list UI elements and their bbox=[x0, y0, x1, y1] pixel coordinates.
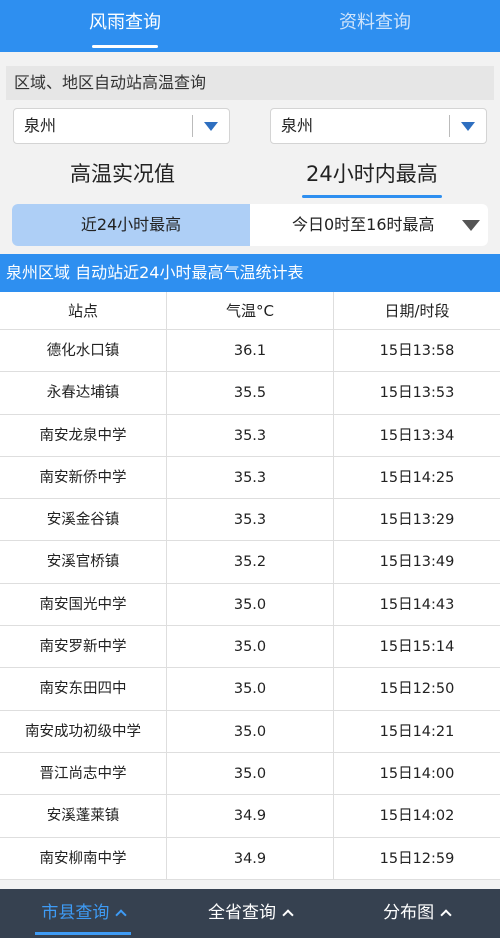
cell-date-time: 15日14:21 bbox=[379, 723, 455, 740]
region-select-value: 泉州 bbox=[24, 116, 57, 135]
table-title: 泉州区域 自动站近24小时最高气温统计表 bbox=[0, 254, 500, 292]
section-label: 区域、地区自动站高温查询 bbox=[6, 66, 494, 100]
bottom-tab-label: 市县查询 bbox=[41, 903, 110, 923]
cell-temperature: 35.3 bbox=[167, 456, 334, 499]
table-row[interactable]: 晋江尚志中学 35.0 15日14:00 bbox=[0, 752, 500, 796]
tab-label: 24小时内最高 bbox=[306, 162, 438, 186]
header-temperature[interactable]: 气温°C bbox=[167, 292, 334, 329]
area-select-value: 泉州 bbox=[281, 116, 314, 135]
segment-last-24h[interactable]: 近24小时最高 bbox=[12, 204, 250, 246]
cell-station: 安溪金谷镇 bbox=[0, 499, 167, 541]
tab-wind-rain-query[interactable]: 风雨查询 bbox=[0, 0, 250, 52]
cell-station: 南安新侨中学 bbox=[0, 456, 167, 499]
table-row[interactable]: 南安柳南中学 34.9 15日12:59 bbox=[0, 837, 500, 880]
active-tab-indicator bbox=[92, 45, 158, 48]
bottom-tab-city-county-query[interactable]: 市县查询 bbox=[0, 889, 167, 938]
cell-date-time: 15日14:00 bbox=[379, 765, 455, 782]
cell-station: 永春达埔镇 bbox=[0, 372, 167, 414]
tab-live-high-temp[interactable]: 高温实况值 bbox=[70, 158, 175, 188]
bottom-tab-bar: 市县查询 全省查询 分布图 bbox=[0, 889, 500, 938]
segment-label: 今日0时至16时最高 bbox=[292, 215, 435, 234]
cell-station: 德化水口镇 bbox=[0, 330, 167, 372]
cell-temperature: 35.2 bbox=[167, 541, 334, 583]
table-row[interactable]: 安溪蓬莱镇 34.9 15日14:02 bbox=[0, 795, 500, 838]
active-tab-indicator bbox=[35, 932, 132, 935]
tab-data-query[interactable]: 资料查询 bbox=[250, 0, 500, 52]
cell-station: 南安龙泉中学 bbox=[0, 414, 167, 456]
tab-label: 资料查询 bbox=[339, 12, 411, 33]
sub-tab-bar: 高温实况值 24小时内最高 bbox=[0, 152, 500, 198]
header-station[interactable]: 站点 bbox=[0, 292, 167, 329]
cell-date-time: 15日14:43 bbox=[379, 596, 455, 613]
cell-date-time: 15日14:02 bbox=[379, 808, 455, 825]
table-row[interactable]: 南安东田四中 35.0 15日12:50 bbox=[0, 668, 500, 711]
cell-temperature: 35.5 bbox=[167, 372, 334, 414]
cell-temperature: 35.0 bbox=[167, 626, 334, 668]
area-select[interactable]: 泉州 bbox=[270, 108, 487, 144]
bottom-tab-distribution-map[interactable]: 分布图 bbox=[333, 889, 500, 938]
cell-date-time: 15日13:58 bbox=[379, 343, 455, 359]
tab-24h-max[interactable]: 24小时内最高 bbox=[302, 158, 442, 198]
chevron-down-icon bbox=[461, 122, 475, 131]
cell-date-time: 15日13:34 bbox=[379, 427, 455, 444]
segment-today-range-dropdown[interactable]: 今日0时至16时最高 bbox=[250, 204, 488, 246]
cell-temperature: 35.0 bbox=[167, 583, 334, 626]
top-tab-bar: 风雨查询 资料查询 bbox=[0, 0, 500, 52]
cell-date-time: 15日14:25 bbox=[379, 469, 455, 486]
table-row[interactable]: 南安罗新中学 35.0 15日15:14 bbox=[0, 626, 500, 669]
cell-date-time: 15日15:14 bbox=[379, 639, 455, 656]
cell-date-time: 15日13:53 bbox=[379, 385, 455, 402]
select-divider bbox=[449, 115, 450, 137]
time-range-segment: 近24小时最高 今日0时至16时最高 bbox=[12, 204, 488, 246]
table-row[interactable]: 德化水口镇 36.1 15日13:58 bbox=[0, 330, 500, 373]
cell-station: 南安罗新中学 bbox=[0, 626, 167, 668]
table-row[interactable]: 安溪官桥镇 35.2 15日13:49 bbox=[0, 541, 500, 584]
table-row[interactable]: 永春达埔镇 35.5 15日13:53 bbox=[0, 372, 500, 415]
cell-temperature: 34.9 bbox=[167, 795, 334, 837]
select-divider bbox=[192, 115, 193, 137]
tab-label: 高温实况值 bbox=[70, 162, 175, 186]
chevron-down-icon bbox=[204, 122, 218, 131]
chevron-down-icon bbox=[462, 220, 480, 231]
table-row[interactable]: 南安国光中学 35.0 15日14:43 bbox=[0, 583, 500, 627]
cell-station: 晋江尚志中学 bbox=[0, 752, 167, 795]
bottom-tab-label: 分布图 bbox=[383, 903, 435, 923]
region-select[interactable]: 泉州 bbox=[13, 108, 230, 144]
active-tab-indicator bbox=[302, 195, 442, 198]
cell-station: 安溪官桥镇 bbox=[0, 541, 167, 583]
cell-date-time: 15日12:50 bbox=[379, 681, 455, 698]
table-row[interactable]: 安溪金谷镇 35.3 15日13:29 bbox=[0, 499, 500, 542]
temperature-table: 站点 气温°C 日期/时段 德化水口镇 36.1 15日13:58 永春达埔镇 35.5… bbox=[0, 292, 500, 880]
table-body: 德化水口镇 36.1 15日13:58 永春达埔镇 35.5 15日13:53 南安龙泉中学… bbox=[0, 330, 500, 880]
bottom-tab-province-query[interactable]: 全省查询 bbox=[167, 889, 334, 938]
cell-station: 南安国光中学 bbox=[0, 583, 167, 626]
table-row[interactable]: 南安新侨中学 35.3 15日14:25 bbox=[0, 456, 500, 500]
cell-temperature: 34.9 bbox=[167, 837, 334, 879]
chevron-up-icon bbox=[115, 909, 127, 921]
cell-temperature: 35.0 bbox=[167, 752, 334, 795]
cell-temperature: 36.1 bbox=[167, 330, 334, 372]
cell-station: 南安东田四中 bbox=[0, 668, 167, 710]
cell-station: 安溪蓬莱镇 bbox=[0, 795, 167, 837]
chevron-up-icon bbox=[440, 909, 452, 921]
cell-temperature: 35.3 bbox=[167, 499, 334, 541]
table-header-row: 站点 气温°C 日期/时段 bbox=[0, 292, 500, 330]
cell-date-time: 15日13:29 bbox=[379, 512, 455, 529]
tab-label: 风雨查询 bbox=[89, 12, 161, 33]
cell-temperature: 35.0 bbox=[167, 710, 334, 752]
chevron-up-icon bbox=[282, 909, 294, 921]
cell-station: 南安成功初级中学 bbox=[0, 710, 167, 752]
table-row[interactable]: 南安成功初级中学 35.0 15日14:21 bbox=[0, 710, 500, 753]
cell-temperature: 35.0 bbox=[167, 668, 334, 710]
cell-station: 南安柳南中学 bbox=[0, 837, 167, 879]
cell-date-time: 15日13:49 bbox=[379, 554, 455, 571]
header-date-time[interactable]: 日期/时段 bbox=[334, 292, 500, 329]
cell-date-time: 15日12:59 bbox=[379, 850, 455, 867]
cell-temperature: 35.3 bbox=[167, 414, 334, 456]
table-row[interactable]: 南安龙泉中学 35.3 15日13:34 bbox=[0, 414, 500, 457]
bottom-tab-label: 全省查询 bbox=[208, 903, 276, 923]
